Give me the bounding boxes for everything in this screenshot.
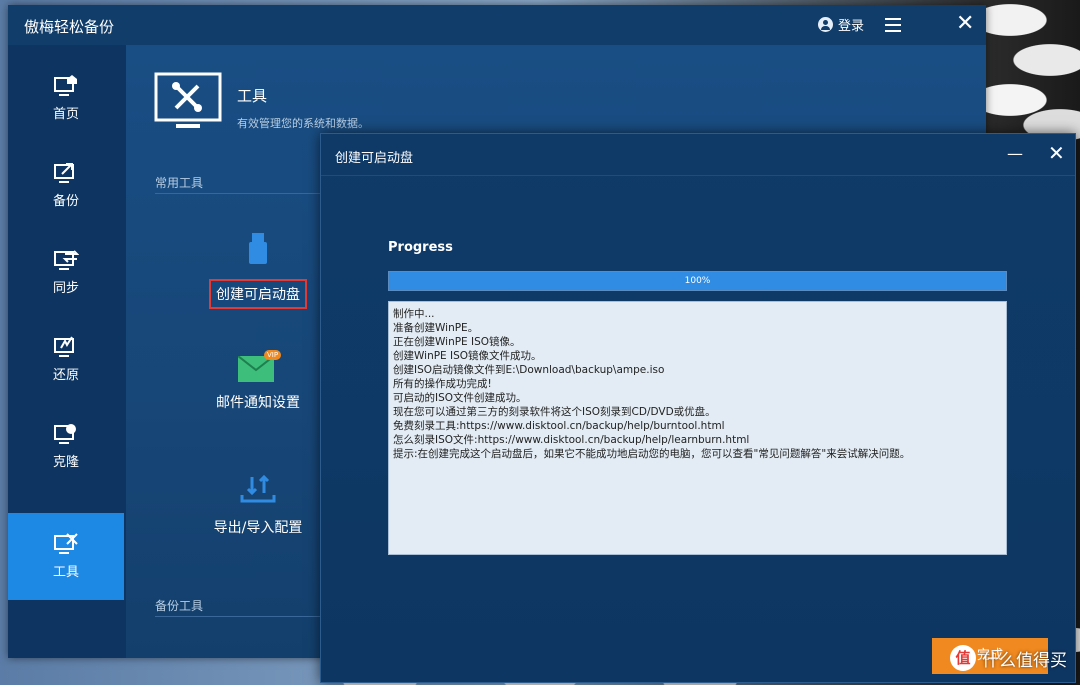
log-line: 制作中... — [393, 308, 435, 320]
usb-drive-icon — [247, 233, 269, 269]
log-line: 创建WinPE ISO镜像文件成功。 — [393, 350, 542, 362]
sidebar-item-label: 克隆 — [52, 455, 79, 470]
home-icon — [53, 75, 79, 97]
section-common-tools: 常用工具 — [155, 176, 204, 190]
tool-label: 导出/导入配置 — [213, 520, 303, 536]
progress-label: Progress — [388, 240, 453, 255]
mail-notification-tool[interactable]: VIP 邮件通知设置 — [203, 350, 313, 412]
sidebar-item-backup[interactable]: 备份 — [8, 142, 124, 229]
log-line: 所有的操作成功完成! — [393, 378, 492, 390]
section-divider — [155, 616, 335, 617]
sidebar-item-label: 首页 — [52, 107, 79, 122]
page-subtitle: 有效管理您的系统和数据。 — [237, 117, 369, 130]
watermark-text: 什么值得买 — [982, 650, 1067, 671]
log-output: 制作中... 准备创建WinPE。正在创建WinPE ISO镜像。创建WinPE … — [388, 301, 1007, 555]
sidebar-item-label: 备份 — [52, 194, 79, 209]
progress-bar: 100% — [388, 271, 1007, 291]
export-import-config-tool[interactable]: 导出/导入配置 — [203, 474, 313, 537]
log-line: 怎么刻录ISO文件:https://www.disktool.cn/backup… — [393, 434, 750, 446]
log-line: 创建ISO启动镜像文件到E:\Download\backup\ampe.iso — [393, 364, 665, 376]
backup-icon — [53, 162, 79, 184]
log-line: 准备创建WinPE。 — [393, 322, 479, 334]
watermark-badge: 值 — [950, 645, 976, 671]
sidebar: 首页 备份 同步 还原 克隆 工具 — [8, 45, 126, 658]
tools-icon — [53, 533, 79, 555]
tools-header-icon — [154, 72, 222, 132]
tool-label: 创建可启动盘 — [209, 279, 307, 309]
sidebar-item-label: 还原 — [52, 368, 79, 383]
log-line: 提示:在创建完成这个启动盘后，如果它不能成功地启动您的电脑，您可以查看"常见问题… — [393, 448, 911, 460]
dialog-title: 创建可启动盘 — [335, 151, 414, 166]
vip-badge: VIP — [264, 350, 282, 360]
close-icon[interactable]: ✕ — [956, 11, 974, 37]
close-icon[interactable]: ✕ — [1048, 141, 1065, 165]
sidebar-item-home[interactable]: 首页 — [8, 55, 124, 142]
progress-text: 100% — [684, 276, 711, 286]
login-button[interactable]: 登录 — [818, 15, 864, 34]
section-backup-tools: 备份工具 — [155, 599, 204, 613]
sync-icon — [53, 249, 80, 271]
log-line: 现在您可以通过第三方的刻录软件将这个ISO刻录到CD/DVD或优盘。 — [393, 406, 716, 418]
user-icon — [818, 17, 833, 32]
login-label: 登录 — [838, 19, 865, 34]
export-import-icon — [240, 474, 276, 507]
app-title: 傲梅轻松备份 — [24, 18, 115, 36]
page-title: 工具 — [237, 87, 268, 105]
sidebar-item-label: 工具 — [52, 565, 79, 580]
sidebar-item-label: 同步 — [52, 281, 79, 296]
dialog-titlebar: 创建可启动盘 — ✕ — [321, 134, 1075, 176]
section-divider — [155, 193, 335, 194]
log-line: 免费刻录工具:https://www.disktool.cn/backup/he… — [393, 420, 725, 432]
sidebar-item-sync[interactable]: 同步 — [8, 229, 124, 316]
mail-icon: VIP — [238, 350, 282, 382]
watermark: 值 什么值得买 — [950, 645, 1067, 671]
log-line: 正在创建WinPE ISO镜像。 — [393, 336, 521, 348]
sidebar-item-tools[interactable]: 工具 — [8, 513, 124, 600]
sidebar-item-restore[interactable]: 还原 — [8, 316, 124, 403]
minimize-icon[interactable]: — — [1007, 144, 1023, 163]
tool-label: 邮件通知设置 — [216, 395, 300, 411]
log-line: 可启动的ISO文件创建成功。 — [393, 392, 527, 404]
restore-icon — [53, 336, 79, 358]
create-bootable-disk-tool[interactable]: 创建可启动盘 — [203, 233, 313, 309]
clone-icon — [53, 423, 79, 445]
sidebar-item-clone[interactable]: 克隆 — [8, 403, 124, 490]
main-titlebar: 傲梅轻松备份 登录 ✕ — [8, 5, 986, 45]
menu-icon[interactable] — [885, 18, 901, 32]
create-bootable-disk-dialog: 创建可启动盘 — ✕ Progress 100% 制作中... 准备创建WinPE… — [320, 133, 1076, 683]
